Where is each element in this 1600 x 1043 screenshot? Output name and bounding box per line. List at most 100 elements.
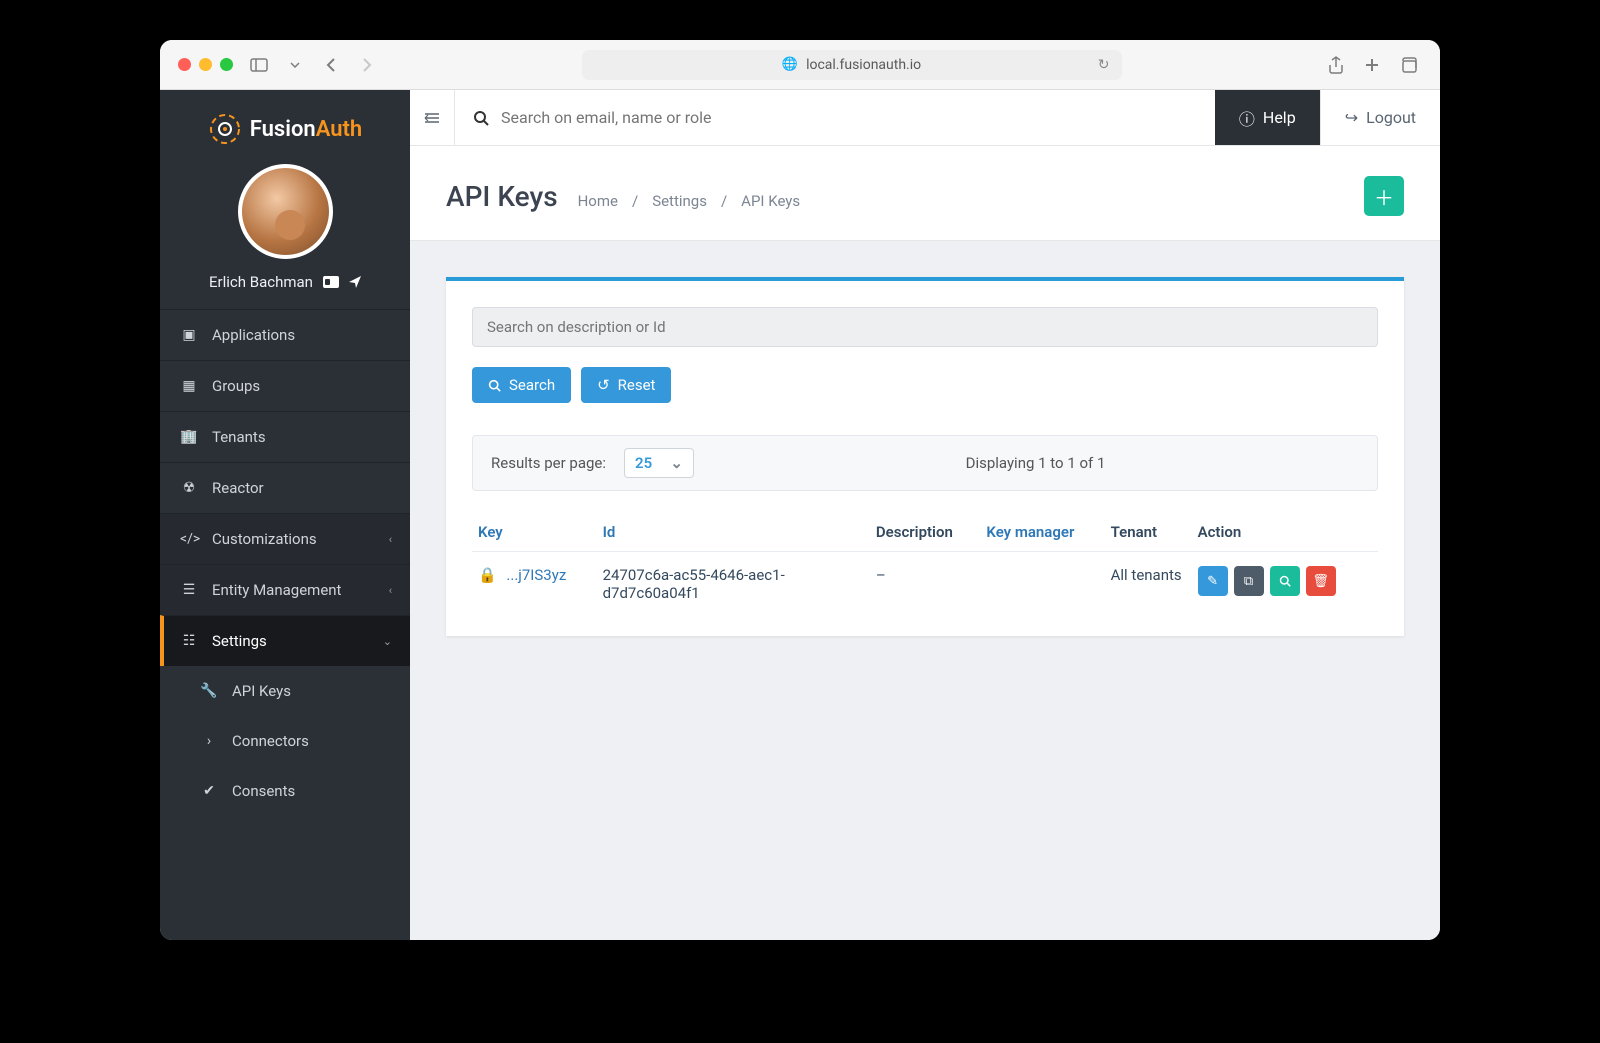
sidebar-item-connectors[interactable]: › Connectors (160, 716, 410, 766)
chevron-left-icon: ‹ (389, 533, 392, 546)
close-window[interactable] (178, 58, 191, 71)
cell-tenant: All tenants (1105, 552, 1192, 617)
trash-icon: 🗑 (1312, 574, 1329, 589)
sidebar-item-customizations[interactable]: </> Customizations ‹ (160, 513, 410, 564)
sidebar-item-label: Consents (232, 782, 295, 800)
question-icon: ⓘ (1239, 106, 1255, 130)
pager-bar: Results per page: 25 ⌄ Displaying 1 to 1… (472, 435, 1378, 491)
edit-button[interactable]: ✎ (1198, 566, 1228, 596)
pager-label: Results per page: (491, 454, 606, 472)
cell-description: – (870, 552, 980, 617)
key-link[interactable]: ...j7IS3yz (506, 566, 566, 584)
back-button[interactable] (317, 53, 345, 77)
building-icon: 🏢 (180, 429, 198, 445)
sidebar-collapse-button[interactable] (410, 111, 454, 125)
filter-buttons: Search ↺ Reset (472, 367, 1378, 403)
th-key-manager[interactable]: Key manager (980, 513, 1104, 552)
global-search-input[interactable] (501, 108, 1197, 127)
sidebar-item-api-keys[interactable]: 🔧 API Keys (160, 666, 410, 716)
groups-icon: ▦ (180, 378, 198, 394)
add-button[interactable]: ＋ (1364, 176, 1404, 216)
sliders-icon: ☷ (180, 633, 198, 649)
atom-icon: ☢ (180, 480, 198, 496)
brand-text-a: Fusion (250, 117, 316, 142)
brand-text-b: Auth (316, 117, 363, 142)
address-bar-wrap: 🌐 local.fusionauth.io ↻ (393, 50, 1310, 80)
search-button[interactable]: Search (472, 367, 571, 403)
th-id[interactable]: Id (597, 513, 870, 552)
view-button[interactable] (1270, 566, 1300, 596)
copy-button[interactable]: ⧉ (1234, 566, 1264, 596)
location-icon[interactable] (349, 276, 361, 288)
th-key[interactable]: Key (472, 513, 597, 552)
th-action: Action (1192, 513, 1378, 552)
url-text: local.fusionauth.io (806, 57, 921, 73)
search-icon (473, 110, 489, 126)
nav: ▣ Applications ▦ Groups 🏢 Tenants ☢ Reac… (160, 309, 410, 816)
delete-button[interactable]: 🗑 (1306, 566, 1336, 596)
address-bar[interactable]: 🌐 local.fusionauth.io ↻ (582, 50, 1122, 80)
reset-label: Reset (618, 376, 656, 394)
help-button[interactable]: ⓘ Help (1215, 90, 1320, 145)
row-actions: ✎ ⧉ 🗑 (1198, 566, 1372, 596)
api-keys-table: Key Id Description Key manager Tenant Ac… (472, 513, 1378, 616)
sidebar-item-consents[interactable]: ✔ Consents (160, 766, 410, 816)
minimize-window[interactable] (199, 58, 212, 71)
chevron-right-icon: › (200, 733, 218, 749)
sidebar-item-label: Groups (212, 377, 260, 395)
breadcrumb-item[interactable]: API Keys (741, 192, 800, 210)
th-description: Description (870, 513, 980, 552)
forward-button[interactable] (353, 53, 381, 77)
sidebar-item-label: Connectors (232, 732, 309, 750)
sidebar-item-tenants[interactable]: 🏢 Tenants (160, 411, 410, 462)
cell-id: 24707c6a-ac55-4646-aec1-d7d7c60a04f1 (597, 552, 870, 617)
search-icon (1279, 575, 1291, 587)
sidebar-item-groups[interactable]: ▦ Groups (160, 360, 410, 411)
page-header-left: API Keys Home/ Settings/ API Keys (446, 180, 800, 213)
window-controls (178, 58, 233, 71)
logout-button[interactable]: ↪ Logout (1320, 90, 1440, 145)
undo-icon: ↺ (597, 376, 610, 394)
user-panel: Erlich Bachman (160, 156, 410, 309)
breadcrumb-item[interactable]: Home (578, 192, 618, 210)
maximize-window[interactable] (220, 58, 233, 71)
sidebar-toggle-icon[interactable] (245, 53, 273, 77)
filter-input[interactable] (472, 307, 1378, 347)
id-card-icon[interactable] (323, 276, 339, 288)
cube-icon: ▣ (180, 327, 198, 343)
chevron-down-icon[interactable] (281, 53, 309, 77)
brand-logo: FusionAuth (208, 112, 362, 146)
logout-icon: ↪ (1345, 108, 1358, 127)
sidebar: FusionAuth Erlich Bachman ▣ (160, 90, 410, 940)
brand: FusionAuth (160, 90, 410, 156)
sidebar-item-settings[interactable]: ☷ Settings ⌄ (160, 615, 410, 666)
avatar[interactable] (238, 164, 333, 259)
sidebar-item-entity-management[interactable]: ☰ Entity Management ‹ (160, 564, 410, 615)
app-body: FusionAuth Erlich Bachman ▣ (160, 90, 1440, 940)
check-icon: ✔ (200, 783, 218, 799)
tabs-icon[interactable] (1394, 53, 1422, 77)
sidebar-item-reactor[interactable]: ☢ Reactor (160, 462, 410, 513)
breadcrumb-item[interactable]: Settings (652, 192, 707, 210)
topbar: ⓘ Help ↪ Logout (410, 90, 1440, 146)
page-header: API Keys Home/ Settings/ API Keys ＋ (410, 146, 1440, 241)
breadcrumb: Home/ Settings/ API Keys (578, 192, 801, 210)
sidebar-item-applications[interactable]: ▣ Applications (160, 309, 410, 360)
cell-key-manager (980, 552, 1104, 617)
page-size-select[interactable]: 25 ⌄ (624, 448, 694, 478)
refresh-icon[interactable]: ↻ (1098, 57, 1110, 73)
sidebar-item-label: Tenants (212, 428, 266, 446)
globe-icon: 🌐 (782, 57, 798, 72)
search-label: Search (509, 376, 555, 394)
sidebar-item-label: Customizations (212, 530, 317, 548)
new-tab-icon[interactable] (1358, 53, 1386, 77)
share-icon[interactable] (1322, 53, 1350, 77)
page-title: API Keys (446, 180, 558, 213)
sidebar-item-label: Entity Management (212, 581, 341, 599)
search-icon (488, 379, 501, 392)
reset-button[interactable]: ↺ Reset (581, 367, 671, 403)
username-row: Erlich Bachman (209, 273, 361, 291)
chevron-down-icon: ⌄ (383, 635, 392, 648)
main: Search ↺ Reset Results per page: 25 (410, 241, 1440, 672)
chevron-down-icon: ⌄ (670, 454, 683, 472)
